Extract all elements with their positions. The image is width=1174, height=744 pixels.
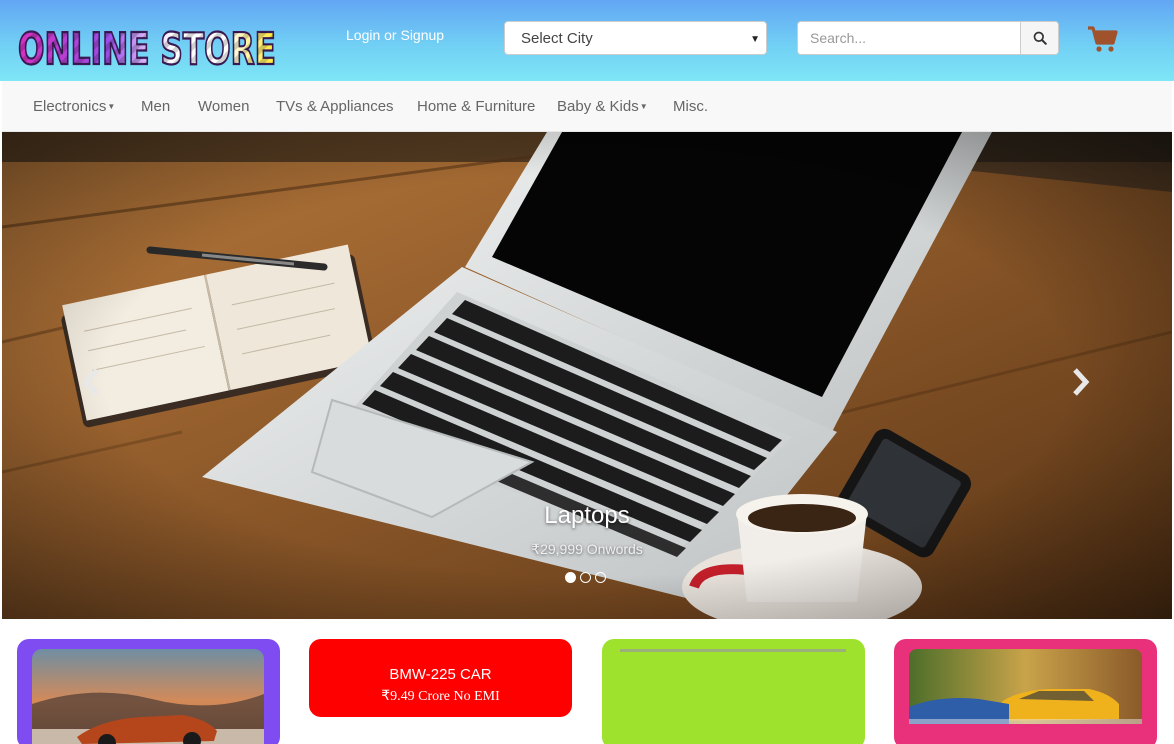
nav-item-men[interactable]: Men [141,98,170,115]
nav-item-misc[interactable]: Misc. [673,98,708,115]
main-nav: Electronics▼ Men Women TVs & Appliances … [2,81,1172,132]
nav-item-electronics[interactable]: Electronics▼ [33,98,115,115]
city-select-value: Select City [521,30,593,47]
carousel-next-button[interactable] [1065,362,1095,402]
chevron-right-icon [1073,368,1090,396]
login-signup-link[interactable]: Login or Signup [346,27,444,43]
sports-car-image [32,649,264,744]
promo-card-vintage-car[interactable] [894,639,1157,744]
nav-item-home-furniture[interactable]: Home & Furniture [417,98,535,115]
search-bar [797,21,1059,55]
carousel-prev-button[interactable] [77,362,107,402]
promo-card-price: ₹9.49 Crore No EMI [381,689,500,704]
site-header: ONLINE STORE ONLINE STORE Login or Signu… [0,0,1174,81]
nav-item-tvs-appliances[interactable]: TVs & Appliances [276,98,394,115]
cart-icon[interactable] [1087,25,1119,53]
nav-item-women[interactable]: Women [198,98,249,115]
hero-carousel: Laptops ₹29,999 Onwords [2,132,1172,619]
city-select[interactable]: Select City ▼ [504,21,767,55]
carousel-caption-subtitle: ₹29,999 Onwords [531,541,643,557]
carousel-indicator-2[interactable] [580,572,591,583]
carousel-indicator-3[interactable] [595,572,606,583]
promo-card-title: BMW-225 CAR [389,666,492,683]
promo-card-sports-car[interactable] [17,639,280,744]
promo-card-blank[interactable] [602,639,865,744]
nav-item-baby-kids[interactable]: Baby & Kids▼ [557,98,648,115]
image-placeholder-strip [620,649,846,652]
promo-card-bmw[interactable]: BMW-225 CAR ₹9.49 Crore No EMI [309,639,572,717]
carousel-indicator-1[interactable] [565,572,576,583]
caret-down-icon: ▼ [107,102,116,111]
chevron-left-icon [82,368,99,396]
svg-text:ONLINE STORE: ONLINE STORE [18,24,276,70]
search-button[interactable] [1020,22,1058,54]
carousel-caption-title: Laptops [544,502,630,529]
vintage-car-image [909,649,1142,724]
carousel-indicators [565,572,606,584]
caret-down-icon: ▼ [639,102,648,111]
search-input[interactable] [798,22,1021,54]
store-logo[interactable]: ONLINE STORE ONLINE STORE [16,22,280,70]
chevron-down-icon: ▼ [750,34,760,45]
search-icon [1033,31,1047,45]
